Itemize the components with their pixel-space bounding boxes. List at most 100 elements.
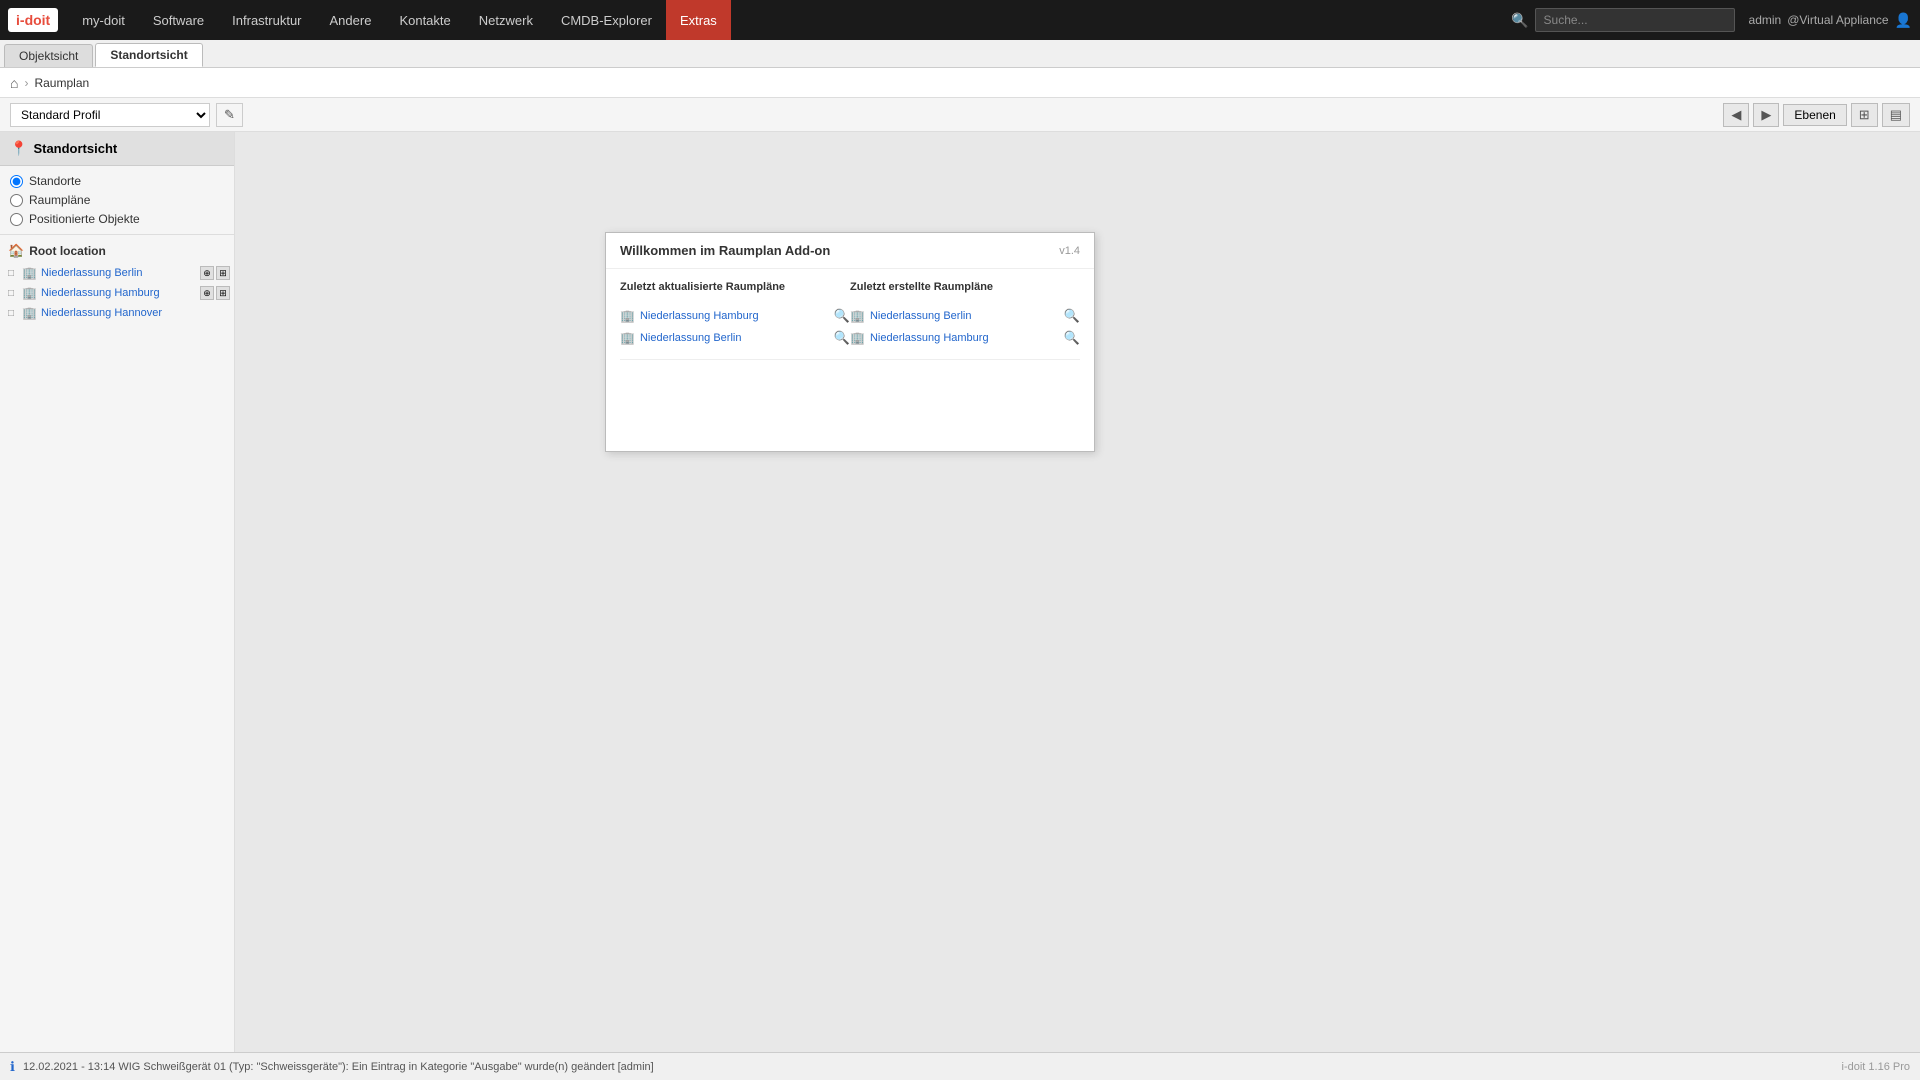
recent-created-header: Zuletzt erstellte Raumpläne bbox=[850, 281, 1080, 297]
created-item-1-label: Niederlassung Hamburg bbox=[870, 332, 989, 344]
expand-hannover-icon[interactable]: □ bbox=[8, 308, 14, 319]
prev-button[interactable]: ◀ bbox=[1723, 103, 1749, 127]
dialog-col-created: Zuletzt erstellte Raumpläne 🏢 Niederlass… bbox=[850, 281, 1080, 349]
logo[interactable]: i-doit bbox=[8, 8, 58, 32]
created-item-0-left: 🏢 Niederlassung Berlin bbox=[850, 309, 971, 323]
created-item-0[interactable]: 🏢 Niederlassung Berlin 🔍 bbox=[850, 305, 1080, 327]
tree-item-berlin-label: Niederlassung Berlin bbox=[41, 267, 143, 279]
radio-positionierte-input[interactable] bbox=[10, 213, 23, 226]
user-label: admin bbox=[1749, 13, 1782, 27]
tree-section: 🏠 Root location □ 🏢 Niederlassung Berlin… bbox=[0, 235, 234, 327]
created-item-0-label: Niederlassung Berlin bbox=[870, 310, 972, 322]
tree-item-berlin[interactable]: □ 🏢 Niederlassung Berlin ⊕ ⊞ bbox=[0, 263, 234, 283]
created-item-0-search-icon[interactable]: 🔍 bbox=[1064, 308, 1080, 324]
sidebar-header-icon: 📍 bbox=[10, 140, 27, 157]
status-icon: ℹ bbox=[10, 1059, 15, 1075]
updated-item-0-search-icon[interactable]: 🔍 bbox=[834, 308, 850, 324]
location-hamburg-icon: 🏢 bbox=[22, 286, 37, 300]
dialog-version: v1.4 bbox=[1059, 245, 1080, 257]
tree-item-hannover[interactable]: □ 🏢 Niederlassung Hannover bbox=[0, 303, 234, 323]
tab-objektsicht[interactable]: Objektsicht bbox=[4, 44, 93, 67]
created-item-1[interactable]: 🏢 Niederlassung Hamburg 🔍 bbox=[850, 327, 1080, 349]
location-berlin-icon: 🏢 bbox=[22, 266, 37, 280]
radio-raumplane-label: Raumpläne bbox=[29, 193, 90, 207]
sidebar-title: Standortsicht bbox=[33, 141, 117, 156]
tree-root-label: Root location bbox=[29, 244, 106, 258]
home-icon[interactable]: ⌂ bbox=[10, 75, 18, 91]
welcome-dialog: Willkommen im Raumplan Add-on v1.4 Zulet… bbox=[605, 232, 1095, 452]
nav-netzwerk[interactable]: Netzwerk bbox=[465, 0, 547, 40]
radio-standorte-label: Standorte bbox=[29, 174, 81, 188]
hamburg-action-1[interactable]: ⊕ bbox=[200, 286, 214, 300]
nav-my-doit[interactable]: my-doit bbox=[68, 0, 139, 40]
search-icon: 🔍 bbox=[1511, 12, 1528, 29]
updated-item-1-left: 🏢 Niederlassung Berlin bbox=[620, 331, 741, 345]
radio-positionierte-label: Positionierte Objekte bbox=[29, 212, 140, 226]
nav-software[interactable]: Software bbox=[139, 0, 218, 40]
tree-root: 🏠 Root location bbox=[0, 239, 234, 263]
radio-raumplane[interactable]: Raumpläne bbox=[10, 193, 224, 207]
breadcrumb-separator: › bbox=[24, 76, 28, 90]
nav-extras[interactable]: Extras bbox=[666, 0, 731, 40]
nav-cmdb-explorer[interactable]: CMDB-Explorer bbox=[547, 0, 666, 40]
berlin-action-2[interactable]: ⊞ bbox=[216, 266, 230, 280]
sidebar-header: 📍 Standortsicht bbox=[0, 132, 234, 166]
updated-item-1[interactable]: 🏢 Niederlassung Berlin 🔍 bbox=[620, 327, 850, 349]
appliance-label: @Virtual Appliance bbox=[1787, 13, 1888, 27]
breadcrumb-bar: ⌂ › Raumplan bbox=[0, 68, 1920, 98]
updated-item-1-search-icon[interactable]: 🔍 bbox=[834, 330, 850, 346]
expand-berlin-icon[interactable]: □ bbox=[8, 268, 14, 279]
profile-select[interactable]: Standard Profil bbox=[10, 103, 210, 127]
dialog-title: Willkommen im Raumplan Add-on bbox=[620, 243, 830, 258]
radio-standorte[interactable]: Standorte bbox=[10, 174, 224, 188]
radio-raumplane-input[interactable] bbox=[10, 194, 23, 207]
updated-item-0[interactable]: 🏢 Niederlassung Hamburg 🔍 bbox=[620, 305, 850, 327]
nav-kontakte[interactable]: Kontakte bbox=[385, 0, 464, 40]
nav-andere[interactable]: Andere bbox=[316, 0, 386, 40]
expand-hamburg-icon[interactable]: □ bbox=[8, 288, 14, 299]
updated-item-1-label: Niederlassung Berlin bbox=[640, 332, 742, 344]
tabbar: Objektsicht Standortsicht bbox=[0, 40, 1920, 68]
updated-item-0-label: Niederlassung Hamburg bbox=[640, 310, 759, 322]
hamburg-action-2[interactable]: ⊞ bbox=[216, 286, 230, 300]
recent-updated-header: Zuletzt aktualisierte Raumpläne bbox=[620, 281, 850, 297]
version-label: i-doit 1.16 Pro bbox=[1842, 1061, 1910, 1073]
berlin-action-1[interactable]: ⊕ bbox=[200, 266, 214, 280]
levels-button[interactable]: Ebenen bbox=[1783, 104, 1846, 126]
main-layout: 📍 Standortsicht Standorte Raumpläne Posi… bbox=[0, 132, 1920, 1052]
tree-item-hamburg-actions: ⊕ ⊞ bbox=[200, 286, 230, 300]
search-input[interactable] bbox=[1535, 8, 1735, 32]
created-item-1-icon: 🏢 bbox=[850, 331, 865, 345]
updated-item-1-icon: 🏢 bbox=[620, 331, 635, 345]
topbar: i-doit my-doit Software Infrastruktur An… bbox=[0, 0, 1920, 40]
layout-button[interactable]: ▤ bbox=[1882, 103, 1910, 127]
dialog-body: Zuletzt aktualisierte Raumpläne 🏢 Nieder… bbox=[606, 269, 1094, 451]
status-message: 12.02.2021 - 13:14 WIG Schweißgerät 01 (… bbox=[23, 1061, 1834, 1073]
nav-infrastruktur[interactable]: Infrastruktur bbox=[218, 0, 315, 40]
dialog-col-updated: Zuletzt aktualisierte Raumpläne 🏢 Nieder… bbox=[620, 281, 850, 349]
search-area: 🔍 bbox=[1511, 8, 1734, 32]
radio-positionierte[interactable]: Positionierte Objekte bbox=[10, 212, 224, 226]
created-item-1-search-icon[interactable]: 🔍 bbox=[1064, 330, 1080, 346]
grid-button[interactable]: ⊞ bbox=[1851, 103, 1878, 127]
updated-item-0-icon: 🏢 bbox=[620, 309, 635, 323]
created-item-0-icon: 🏢 bbox=[850, 309, 865, 323]
tree-item-berlin-actions: ⊕ ⊞ bbox=[200, 266, 230, 280]
user-icon[interactable]: 👤 bbox=[1895, 12, 1912, 29]
edit-profile-button[interactable]: ✎ bbox=[216, 103, 243, 127]
tree-item-hamburg[interactable]: □ 🏢 Niederlassung Hamburg ⊕ ⊞ bbox=[0, 283, 234, 303]
toolbar: Standard Profil ✎ ◀ ▶ Ebenen ⊞ ▤ bbox=[0, 98, 1920, 132]
next-button[interactable]: ▶ bbox=[1753, 103, 1779, 127]
dialog-header: Willkommen im Raumplan Add-on v1.4 bbox=[606, 233, 1094, 269]
statusbar: ℹ 12.02.2021 - 13:14 WIG Schweißgerät 01… bbox=[0, 1052, 1920, 1080]
radio-group: Standorte Raumpläne Positionierte Objekt… bbox=[0, 166, 234, 235]
updated-item-0-left: 🏢 Niederlassung Hamburg bbox=[620, 309, 759, 323]
tree-root-icon: 🏠 bbox=[8, 243, 24, 259]
tab-standortsicht[interactable]: Standortsicht bbox=[95, 43, 202, 67]
levels-label: Ebenen bbox=[1794, 108, 1835, 122]
sidebar: 📍 Standortsicht Standorte Raumpläne Posi… bbox=[0, 132, 235, 1052]
breadcrumb-page: Raumplan bbox=[34, 76, 89, 90]
tree-item-hannover-label: Niederlassung Hannover bbox=[41, 307, 162, 319]
radio-standorte-input[interactable] bbox=[10, 175, 23, 188]
location-hannover-icon: 🏢 bbox=[22, 306, 37, 320]
